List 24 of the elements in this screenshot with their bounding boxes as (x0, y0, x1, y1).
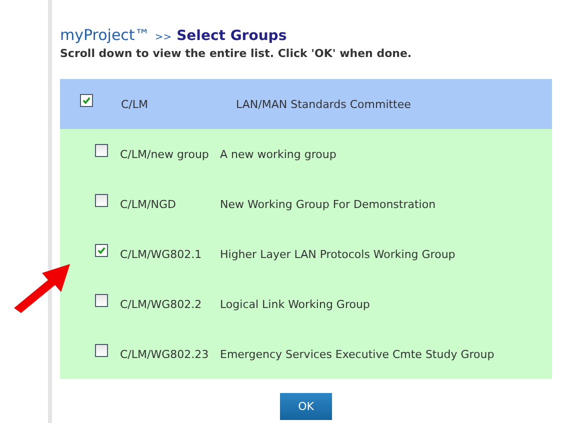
group-code: C/LM/WG802.23 (120, 348, 210, 360)
checkbox[interactable] (95, 194, 108, 206)
page-title: Select Groups (176, 28, 287, 44)
checkbox[interactable] (95, 244, 108, 256)
checkbox[interactable] (95, 344, 108, 356)
group-code: C/LM (121, 98, 150, 110)
group-code: C/LM/WG802.1 (120, 248, 203, 260)
group-name: New Working Group For Demonstration (220, 198, 436, 210)
breadcrumb-separator: >> (154, 32, 172, 43)
group-code: C/LM/WG802.2 (120, 298, 203, 310)
group-name: LAN/MAN Standards Committee (236, 98, 411, 110)
app-name: myProject™ (60, 26, 150, 44)
group-name: A new working group (220, 148, 336, 160)
group-name: Logical Link Working Group (220, 298, 370, 310)
ok-button[interactable]: OK (280, 393, 332, 420)
group-name: Higher Layer LAN Protocols Working Group (220, 248, 456, 260)
group-code: C/LM/NGD (120, 198, 177, 210)
checkbox[interactable] (95, 144, 108, 156)
pointer-arrow-icon (12, 262, 72, 314)
group-code: C/LM/new group (120, 148, 210, 160)
instruction-text: Scroll down to view the entire list. Click 'OK' when done. (60, 47, 413, 60)
checkbox[interactable] (80, 94, 93, 106)
checkbox[interactable] (95, 294, 108, 306)
group-name: Emergency Services Executive Cmte Study Group (220, 348, 494, 360)
